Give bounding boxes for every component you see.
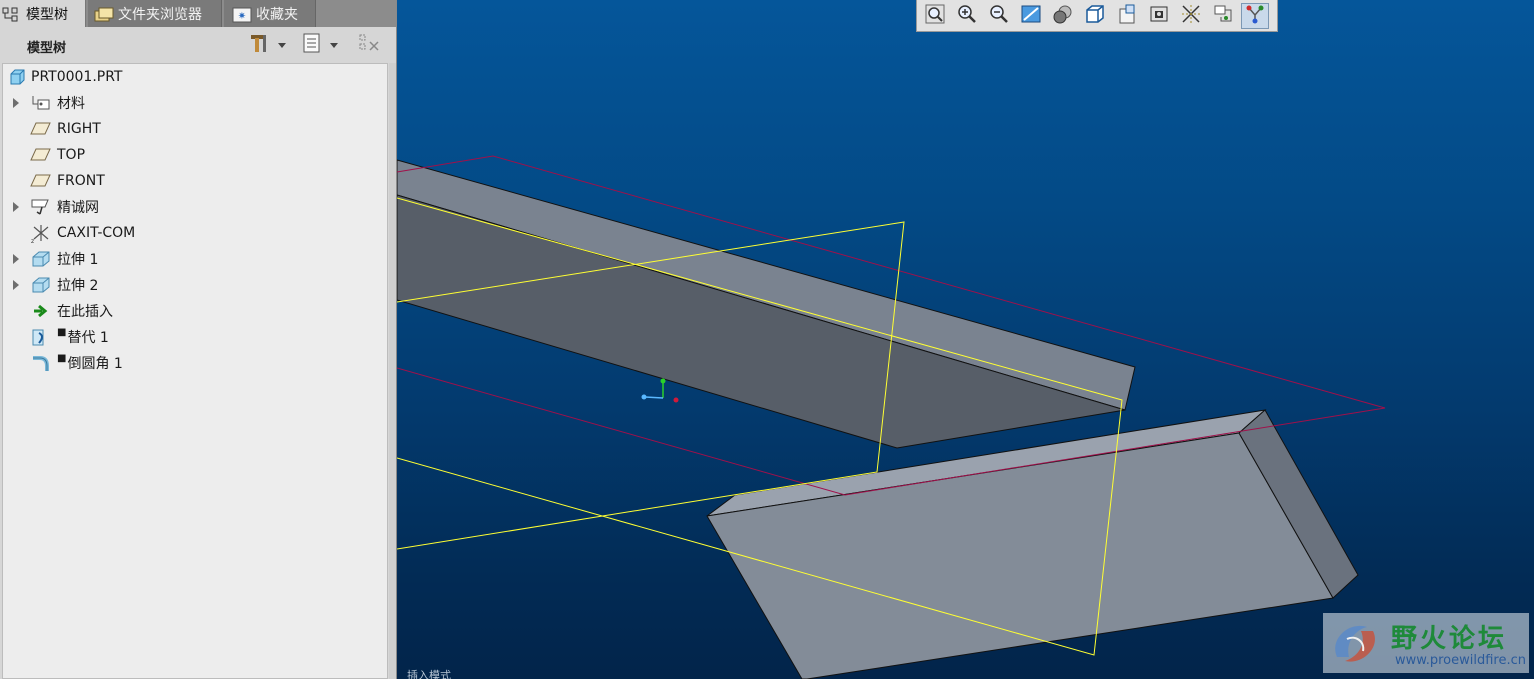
shading-button[interactable] <box>1049 3 1077 29</box>
forum-watermark: 野火论坛 www.proewildfire.cn <box>1323 613 1529 673</box>
view-manager-button[interactable] <box>1113 3 1141 29</box>
unregenerated-marker: ■ <box>57 327 67 338</box>
tree-item-label: TOP <box>57 147 86 163</box>
zoom-fit-button[interactable] <box>921 3 949 29</box>
chevron-down-icon <box>278 42 286 48</box>
annotation-display-icon <box>1244 3 1266 29</box>
tree-item-extrude-1[interactable]: 拉伸 1 <box>3 246 387 272</box>
tree-item-label: 精诚网 <box>57 200 99 216</box>
tree-item-right[interactable]: RIGHT <box>3 116 387 142</box>
expand-arrow-icon[interactable] <box>13 280 19 290</box>
tab-favorites-label: 收藏夹 <box>256 6 298 23</box>
model-tree: PRT0001.PRT 材料 RIGHT TOP FRONT 精诚网 z CAX… <box>2 63 388 679</box>
zoom-fit-icon <box>924 3 946 29</box>
zoom-in-button[interactable] <box>953 3 981 29</box>
shading-icon <box>1052 3 1074 29</box>
unregenerated-marker: ■ <box>57 353 67 364</box>
view-toolbar <box>916 0 1278 32</box>
svg-text:✷: ✷ <box>238 11 246 22</box>
model-graphics <box>397 155 1386 679</box>
tree-item-insert-here[interactable]: 在此插入 <box>3 298 387 324</box>
round-icon <box>30 353 52 373</box>
svg-text:z: z <box>31 238 34 243</box>
zoom-out-icon <box>988 3 1010 29</box>
column-list-icon <box>302 32 322 58</box>
navigator-panel: 模型树 文件夹浏览器 ✷ 收藏夹 模型树 PRT0001.PRT 材料 RIGH… <box>0 0 397 679</box>
tree-filter-button[interactable] <box>358 33 384 57</box>
extrude-icon <box>30 275 52 295</box>
tree-item-mesh[interactable]: 精诚网 <box>3 194 387 220</box>
tree-item-label: ■倒圆角 1 <box>57 353 123 372</box>
extrude-icon <box>30 249 52 269</box>
tab-model-tree-label: 模型树 <box>26 6 68 23</box>
spin-center-icon <box>1212 3 1234 29</box>
repaint-button[interactable] <box>1017 3 1045 29</box>
tree-settings-button[interactable] <box>248 33 286 57</box>
mode-status-text: 插入模式 <box>407 669 451 679</box>
tree-item-top[interactable]: TOP <box>3 142 387 168</box>
tree-item-label: 材料 <box>57 96 85 112</box>
tree-item-part[interactable]: PRT0001.PRT <box>3 64 387 90</box>
folder-browser-icon <box>94 6 114 22</box>
tree-item-label: 拉伸 1 <box>57 252 99 268</box>
tree-item-label: CAXIT-COM <box>57 225 136 241</box>
tree-item-label: ■替代 1 <box>57 327 109 346</box>
watermark-title: 野火论坛 <box>1391 624 1508 654</box>
material-icon <box>30 93 52 113</box>
datum-display-button[interactable] <box>1177 3 1205 29</box>
tree-item-label: PRT0001.PRT <box>31 69 123 85</box>
extrude-1-side-face <box>397 194 1126 449</box>
tree-item-label: RIGHT <box>57 121 101 137</box>
tree-item-label: FRONT <box>57 173 105 189</box>
expand-arrow-icon[interactable] <box>13 254 19 264</box>
model-tree-title: 模型树 <box>27 41 67 56</box>
saved-views-icon <box>1084 3 1106 29</box>
saved-views-button[interactable] <box>1081 3 1109 29</box>
display-style-icon <box>1148 3 1170 29</box>
replace-icon <box>30 327 52 347</box>
spin-center-button[interactable] <box>1209 3 1237 29</box>
model-tree-header: 模型树 <box>0 27 396 63</box>
tree-item-extrude-2[interactable]: 拉伸 2 <box>3 272 387 298</box>
favorites-icon: ✷ <box>232 6 252 22</box>
tree-item-label: 在此插入 <box>57 304 113 320</box>
expand-arrow-icon[interactable] <box>13 202 19 212</box>
tree-item-front[interactable]: FRONT <box>3 168 387 194</box>
insert-here-arrow-icon <box>30 301 52 321</box>
tree-item-material[interactable]: 材料 <box>3 90 387 116</box>
navigator-tabs: 模型树 文件夹浏览器 ✷ 收藏夹 <box>0 0 396 27</box>
extrude-2-front-face <box>706 432 1334 679</box>
zoom-in-icon <box>956 3 978 29</box>
mesh-icon <box>30 197 52 217</box>
tools-icon <box>248 32 270 58</box>
tree-item-round-1[interactable]: ■倒圆角 1 <box>3 350 387 376</box>
filter-icon <box>358 32 384 58</box>
tab-folder-browser-label: 文件夹浏览器 <box>118 6 202 23</box>
display-style-button[interactable] <box>1145 3 1173 29</box>
part-icon <box>6 67 28 87</box>
chevron-down-icon <box>330 42 338 48</box>
view-manager-icon <box>1116 3 1138 29</box>
tab-favorites[interactable]: ✷ 收藏夹 <box>224 0 316 27</box>
datum-plane-icon <box>30 171 52 191</box>
tab-model-tree[interactable]: 模型树 <box>0 0 86 27</box>
graphics-viewport[interactable]: 插入模式 野火论坛 www.proewildfire.cn <box>397 0 1534 679</box>
datum-plane-icon <box>30 145 52 165</box>
datum-plane-icon <box>30 119 52 139</box>
tree-scrollbar[interactable] <box>389 63 396 679</box>
tree-item-replace-1[interactable]: ■替代 1 <box>3 324 387 350</box>
watermark-url: www.proewildfire.cn <box>1395 653 1526 668</box>
tab-folder-browser[interactable]: 文件夹浏览器 <box>88 0 222 27</box>
tree-item-label: 拉伸 2 <box>57 278 99 294</box>
forum-logo-icon <box>1327 617 1383 673</box>
show-columns-button[interactable] <box>302 33 338 57</box>
zoom-out-button[interactable] <box>985 3 1013 29</box>
annotation-display-button[interactable] <box>1241 2 1269 29</box>
repaint-icon <box>1020 3 1042 29</box>
tree-item-csys[interactable]: z CAXIT-COM <box>3 220 387 246</box>
model-tree-icon <box>2 6 20 22</box>
datum-display-icon <box>1180 3 1202 29</box>
expand-arrow-icon[interactable] <box>13 98 19 108</box>
coordinate-system-icon: z <box>30 223 52 243</box>
